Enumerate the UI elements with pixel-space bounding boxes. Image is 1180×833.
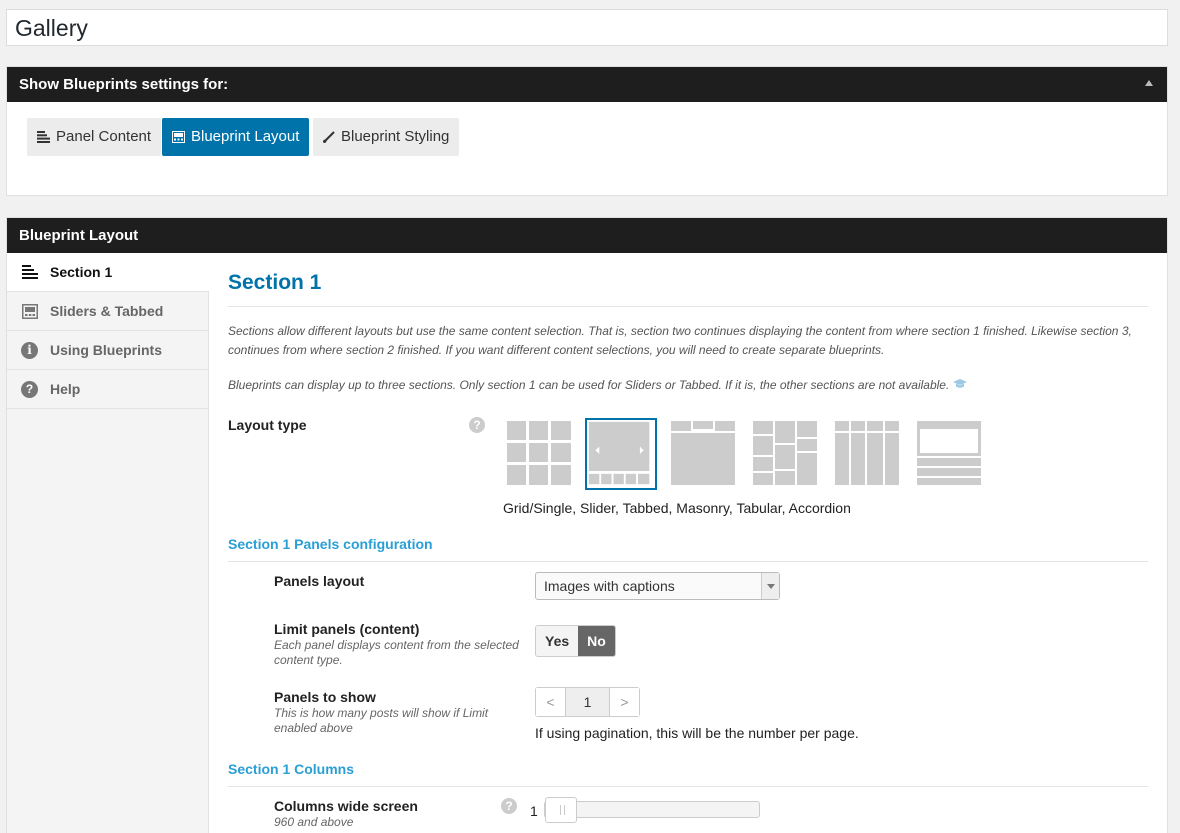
divider xyxy=(228,306,1148,307)
panels-config-title: Section 1 Panels configuration xyxy=(228,536,433,552)
title-text: Gallery xyxy=(15,15,88,41)
tab-blueprint-styling-label: Blueprint Styling xyxy=(341,128,450,145)
section-limit-note: Blueprints can display up to three secti… xyxy=(228,376,1138,395)
panels-layout-label: Panels layout xyxy=(274,573,365,589)
help-icon[interactable]: ? xyxy=(501,798,517,814)
layout-tabbed-option[interactable] xyxy=(670,420,736,486)
title-field[interactable]: Gallery xyxy=(6,9,1168,46)
sidebar-item-label: Section 1 xyxy=(50,264,113,280)
tab-blueprint-layout-label: Blueprint Layout xyxy=(191,128,300,145)
limit-panels-toggle[interactable]: Yes No xyxy=(535,625,616,657)
layout-type-label: Layout type xyxy=(228,417,307,433)
sidebar-item-sliders-tabbed[interactable]: Sliders & Tabbed xyxy=(7,292,208,331)
blueprint-layout-title: Blueprint Layout xyxy=(19,227,139,244)
chevron-down-icon[interactable] xyxy=(761,573,779,599)
limit-yes-button[interactable]: Yes xyxy=(536,626,579,656)
columns-wide-slider[interactable] xyxy=(544,797,760,823)
layout-masonry-option[interactable] xyxy=(752,420,818,486)
sidebar-item-help[interactable]: ? Help xyxy=(7,370,208,409)
columns-title: Section 1 Columns xyxy=(228,761,355,777)
columns-wide-value: 1 xyxy=(530,803,538,819)
section-title: Section 1 xyxy=(228,271,322,294)
tab-blueprint-styling[interactable]: Blueprint Styling xyxy=(313,118,460,156)
layout-accordion-option[interactable] xyxy=(916,420,982,486)
divider xyxy=(228,786,1148,787)
tab-panel-content[interactable]: Panel Content xyxy=(27,118,162,156)
columns-wide-desc: 960 and above xyxy=(274,815,354,829)
show-settings-panel: Show Blueprints settings for: Panel Cont… xyxy=(6,66,1168,196)
help-icon[interactable]: ? xyxy=(469,417,485,433)
pagination-note: If using pagination, this will be the nu… xyxy=(535,725,859,741)
info-icon: i xyxy=(21,341,38,359)
list-icon xyxy=(37,131,50,143)
layout-icon xyxy=(172,131,185,143)
section-limit-note-text: Blueprints can display up to three secti… xyxy=(228,378,950,392)
increment-button[interactable]: > xyxy=(610,688,639,716)
limit-no-button[interactable]: No xyxy=(578,626,615,656)
brush-icon xyxy=(323,131,335,143)
list-icon xyxy=(21,264,38,281)
divider xyxy=(228,561,1148,562)
layout-type-caption: Grid/Single, Slider, Tabbed, Masonry, Ta… xyxy=(503,500,851,516)
layout-grid-option[interactable] xyxy=(506,420,572,486)
blueprint-layout-header: Blueprint Layout xyxy=(7,218,1167,253)
blueprint-layout-panel: Blueprint Layout Section 1 Sliders & Tab… xyxy=(6,217,1168,833)
sidebar-item-using-blueprints[interactable]: i Using Blueprints xyxy=(7,331,208,370)
panels-to-show-label: Panels to show xyxy=(274,689,376,705)
help-icon: ? xyxy=(21,380,38,398)
layout-tabular-option[interactable] xyxy=(834,420,900,486)
slider-icon xyxy=(21,303,38,320)
show-settings-title: Show Blueprints settings for: xyxy=(19,76,229,93)
panels-layout-select[interactable]: Images with captions xyxy=(535,572,780,600)
panels-to-show-value[interactable]: 1 xyxy=(565,688,610,716)
limit-panels-desc: Each panel displays content from the sel… xyxy=(274,638,519,667)
graduation-cap-icon[interactable] xyxy=(952,379,967,389)
panels-to-show-desc: This is how many posts will show if Limi… xyxy=(274,706,489,735)
sidebar: Section 1 Sliders & Tabbed i Using Bluep… xyxy=(7,253,209,833)
layout-slider-option[interactable] xyxy=(585,418,657,490)
panels-layout-value: Images with captions xyxy=(544,578,675,594)
collapse-arrow-icon[interactable] xyxy=(1145,80,1153,86)
decrement-button[interactable]: < xyxy=(536,688,565,716)
columns-wide-label: Columns wide screen xyxy=(274,798,418,814)
limit-panels-label: Limit panels (content) xyxy=(274,621,420,637)
section-note: Sections allow different layouts but use… xyxy=(228,324,1132,357)
slider-handle[interactable] xyxy=(545,797,577,823)
sidebar-item-label: Help xyxy=(50,381,81,397)
sidebar-item-section-1[interactable]: Section 1 xyxy=(7,253,209,292)
show-settings-header[interactable]: Show Blueprints settings for: xyxy=(7,67,1167,102)
tab-blueprint-layout[interactable]: Blueprint Layout xyxy=(162,118,310,156)
sidebar-item-label: Sliders & Tabbed xyxy=(50,303,164,319)
panels-to-show-stepper[interactable]: < 1 > xyxy=(535,687,640,717)
tab-panel-content-label: Panel Content xyxy=(56,128,152,145)
sidebar-item-label: Using Blueprints xyxy=(50,342,163,358)
